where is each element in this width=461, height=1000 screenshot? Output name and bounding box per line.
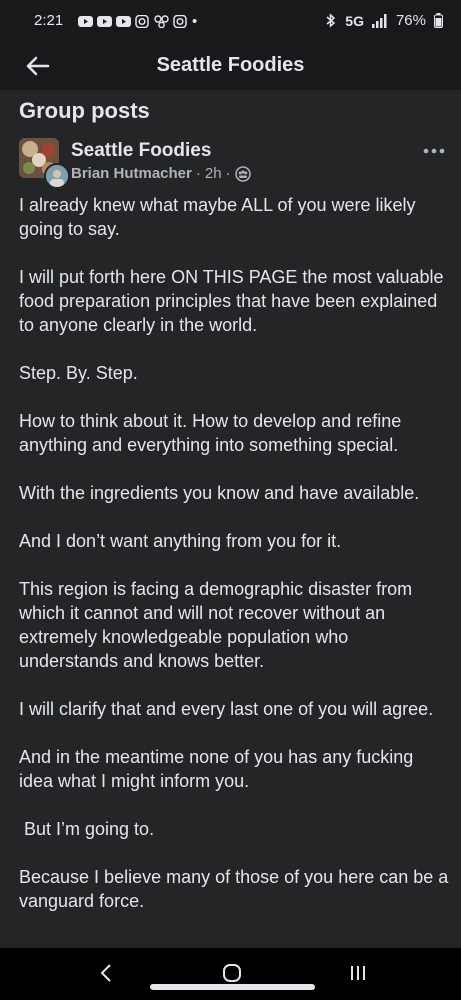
post-paragraph: I will clarify that and every last one o…	[19, 699, 434, 719]
nav-home-icon	[223, 964, 241, 982]
post-time[interactable]: 2h	[205, 165, 222, 182]
post-paragraph: And I don’t want anything from you for i…	[19, 531, 342, 551]
meta-separator: ·	[225, 165, 231, 182]
status-time: 2:21	[34, 12, 64, 29]
meta-separator: ·	[195, 165, 201, 182]
feed[interactable]: Group posts Seattle Foodies Brian Hutmac…	[0, 90, 461, 948]
group-name[interactable]: Seattle Foodies	[71, 140, 211, 162]
nav-recents-button[interactable]	[338, 958, 378, 988]
post-paragraph: Step. By. Step.	[19, 363, 138, 383]
bluetooth-icon	[326, 13, 336, 28]
post-paragraph: I will put forth here ON THIS PAGE the m…	[19, 267, 444, 335]
nav-recents-icon	[351, 966, 365, 980]
gesture-pill[interactable]	[150, 984, 315, 990]
youtube-icon	[97, 16, 112, 27]
post-header: Seattle Foodies Brian Hutmacher · 2h ·	[19, 135, 449, 189]
instagram-icon	[135, 15, 149, 28]
section-title: Group posts	[19, 98, 150, 123]
notification-icons: •	[78, 13, 197, 30]
post-paragraph: How to think about it. How to develop an…	[19, 411, 402, 455]
more-notifications-dot: •	[192, 13, 198, 30]
post-paragraph: This region is facing a demographic disa…	[19, 579, 413, 671]
more-options-button[interactable]	[423, 135, 445, 161]
status-bar: 2:21 • 5G 76%	[0, 0, 461, 42]
network-type: 5G	[345, 12, 364, 29]
app-icon	[154, 15, 169, 28]
youtube-icon	[78, 16, 93, 27]
system-nav-bar	[0, 948, 461, 1000]
nav-back-button[interactable]	[86, 958, 126, 988]
user-photo-icon	[46, 165, 68, 187]
app-bar: Seattle Foodies	[0, 42, 461, 90]
author-name[interactable]: Brian Hutmacher	[71, 165, 192, 182]
page-title: Seattle Foodies	[156, 54, 305, 76]
signal-icon	[371, 13, 387, 28]
battery-icon	[434, 13, 443, 28]
members-audience-icon	[234, 165, 251, 182]
post-paragraph: And in the meantime none of you has any …	[19, 747, 414, 791]
post-paragraph: I already knew what maybe ALL of you wer…	[19, 195, 416, 239]
status-right: 5G 76%	[325, 12, 443, 29]
author-avatar[interactable]	[44, 163, 70, 189]
instagram-icon	[173, 15, 187, 28]
post-body: I already knew what maybe ALL of you wer…	[19, 193, 449, 937]
post-meta: Brian Hutmacher · 2h ·	[71, 165, 251, 182]
youtube-icon	[116, 16, 131, 27]
post-paragraph: With the ingredients you know and have a…	[19, 483, 420, 503]
post-paragraph: Because I believe many of those of you h…	[19, 867, 449, 911]
more-dots-icon	[423, 148, 445, 154]
nav-back-icon	[100, 964, 111, 982]
post-paragraph: But I’m going to.	[19, 819, 155, 839]
battery-percent: 76%	[395, 12, 426, 29]
